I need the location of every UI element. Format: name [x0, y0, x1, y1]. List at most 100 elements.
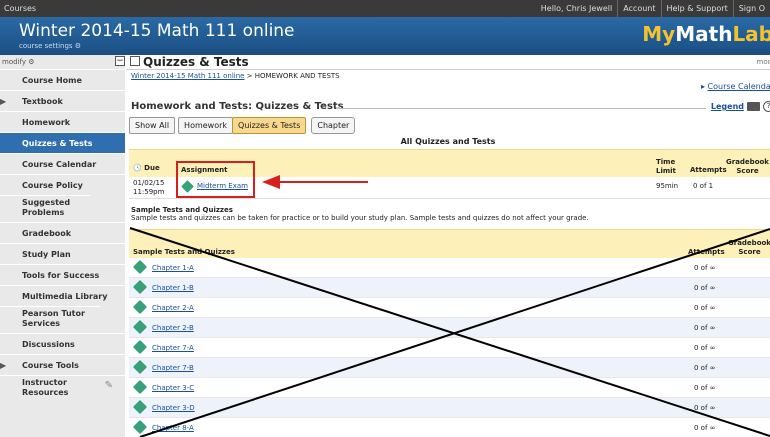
assignment-icon [132, 359, 148, 375]
sidebar-item-label: Course Policy [22, 181, 83, 190]
sidebar-item-label: Course Calendar [22, 160, 97, 169]
gradebook-score-header: Gradebook Score [726, 158, 769, 176]
time-limit-header-2: Limit [656, 167, 676, 175]
sample-attempts: 0 of ∞ [694, 384, 716, 392]
pin-icon[interactable]: ✎ [105, 381, 113, 391]
sidebar-item-discussions[interactable]: Discussions [0, 333, 125, 354]
sidebar-item-pearson-tutor[interactable]: Pearson Tutor Services [0, 306, 100, 333]
assignment-icon [132, 319, 148, 335]
assignment-icon [132, 399, 148, 415]
sample-tests-title: Sample Tests and Quizzes [131, 206, 233, 214]
printer-icon[interactable] [747, 102, 760, 111]
sample-attempts: 0 of ∞ [694, 404, 716, 412]
assignment-icon [132, 339, 148, 355]
due-header[interactable]: 🕓 Due [133, 164, 160, 172]
sidebar-item-label: Study Plan [22, 250, 71, 259]
section-divider [336, 108, 706, 109]
tab-show-all[interactable]: Show All [129, 117, 176, 134]
quiz-page-icon [130, 56, 140, 66]
tab-homework[interactable]: Homework [178, 117, 234, 134]
sample-link[interactable]: Chapter 2-B [152, 324, 194, 332]
sidebar-item-course-home[interactable]: Course Home [0, 69, 125, 90]
sample-link[interactable]: Chapter 3-C [152, 384, 194, 392]
sidebar-item-label: Instructor Resources [22, 378, 69, 397]
sample-row: Chapter 3-D 0 of ∞ [129, 398, 770, 418]
courses-menu[interactable]: Courses [4, 4, 36, 13]
sample-link[interactable]: Chapter 1-A [152, 264, 194, 272]
account-links: Hello, Chris Jewell Account Help & Suppo… [536, 0, 770, 17]
section-title: Homework and Tests: Quizzes & Tests [131, 101, 344, 112]
sidebar-modify-label: modify [2, 58, 26, 66]
highlight-box [176, 161, 255, 198]
tab-quizzes-tests[interactable]: Quizzes & Tests [232, 117, 307, 134]
sidebar-item-quizzes-tests[interactable]: Quizzes & Tests [0, 132, 125, 153]
sample-attempts: 0 of ∞ [694, 304, 716, 312]
sample-name-header[interactable]: Sample Tests and Quizzes [133, 248, 235, 256]
right-arrow-icon: ▸ [700, 82, 705, 91]
course-header: Winter 2014-15 Math 111 online course se… [0, 17, 770, 55]
breadcrumb: Winter 2014-15 Math 111 online > HOMEWOR… [131, 72, 340, 80]
due-date-value: 01/02/15 [133, 179, 165, 187]
sample-attempts-header: Attempts [688, 248, 725, 256]
sample-attempts: 0 of ∞ [694, 324, 716, 332]
sidebar-item-instructor-resources[interactable]: Instructor Resources ✎ [0, 375, 125, 402]
page-title: Quizzes & Tests [143, 55, 249, 69]
sign-out-link[interactable]: Sign O [732, 0, 770, 17]
sidebar-item-label: Suggested Problems [22, 198, 71, 217]
help-icon[interactable]: ? [763, 101, 770, 112]
collapse-sidebar-icon[interactable]: − [115, 56, 125, 66]
attempts-header: Attempts [690, 166, 727, 174]
sample-link[interactable]: Chapter 3-D [152, 404, 195, 412]
sidebar-item-suggested-problems[interactable]: Suggested Problems [0, 195, 90, 222]
gradebook-header-1: Gradebook [726, 158, 769, 166]
sample-link[interactable]: Chapter 7-A [152, 344, 194, 352]
sidebar-item-tools-for-success[interactable]: Tools for Success [0, 264, 125, 285]
sidebar-item-label: Course Home [22, 76, 82, 85]
sidebar-item-course-policy[interactable]: Course Policy [0, 174, 125, 195]
filter-tabs: Show All Homework Quizzes & Tests Chapte… [129, 117, 356, 134]
all-quizzes-title: All Quizzes and Tests [400, 137, 496, 146]
sidebar-item-multimedia-library[interactable]: Multimedia Library [0, 285, 125, 306]
sample-link[interactable]: Chapter 7-B [152, 364, 194, 372]
due-time-value: 11:59pm [133, 188, 165, 196]
tab-chapter[interactable]: Chapter [311, 117, 356, 134]
sidebar-modify[interactable]: modify ⚙ [0, 55, 125, 69]
sidebar-item-gradebook[interactable]: Gradebook [0, 222, 125, 243]
course-settings-link[interactable]: course settings ⚙ [19, 42, 81, 50]
sample-attempts: 0 of ∞ [694, 284, 716, 292]
breadcrumb-course-link[interactable]: Winter 2014-15 Math 111 online [131, 72, 244, 80]
sidebar-item-textbook[interactable]: ▶ Textbook [0, 90, 125, 111]
sample-attempts: 0 of ∞ [694, 364, 716, 372]
gradebook-header-2: Score [736, 167, 759, 175]
clock-icon: 🕓 [133, 164, 142, 172]
course-calendar-label: Course Calendar [707, 82, 770, 91]
assignment-icon [132, 259, 148, 275]
account-link[interactable]: Account [617, 0, 660, 17]
sample-row: Chapter 1-A 0 of ∞ [129, 258, 770, 278]
sample-attempts: 0 of ∞ [694, 264, 716, 272]
course-settings-label: course settings [19, 42, 73, 50]
legend-link[interactable]: Legend [711, 102, 744, 111]
sample-link[interactable]: Chapter 8-A [152, 424, 194, 432]
sample-attempts: 0 of ∞ [694, 424, 716, 432]
sample-row: Chapter 1-B 0 of ∞ [129, 278, 770, 298]
sample-link[interactable]: Chapter 1-B [152, 284, 194, 292]
course-calendar-link[interactable]: ▸ Course Calendar [701, 82, 770, 91]
expand-arrow-icon: ▶ [0, 97, 7, 106]
course-title: Winter 2014-15 Math 111 online [19, 21, 295, 41]
sample-link[interactable]: Chapter 2-A [152, 304, 194, 312]
sidebar-item-course-calendar[interactable]: Course Calendar [0, 153, 125, 174]
sample-row: Chapter 2-A 0 of ∞ [129, 298, 770, 318]
sample-gradebook-header-1: Gradebook [728, 239, 770, 247]
sidebar-item-label: Multimedia Library [22, 292, 108, 301]
sample-table-header: Sample Tests and Quizzes Attempts Gradeb… [129, 229, 770, 258]
sidebar-item-course-tools[interactable]: ▶ Course Tools [0, 354, 125, 375]
help-support-link[interactable]: Help & Support [660, 0, 733, 17]
sidebar-item-homework[interactable]: Homework [0, 111, 125, 132]
gear-icon: ⚙ [74, 42, 82, 50]
sidebar-item-label: Textbook [22, 97, 63, 106]
expand-arrow-icon: ▶ [0, 361, 7, 370]
time-limit-header-1: Time [656, 158, 676, 166]
sidebar-item-study-plan[interactable]: Study Plan [0, 243, 125, 264]
page-modify-link[interactable]: modi [757, 58, 770, 66]
